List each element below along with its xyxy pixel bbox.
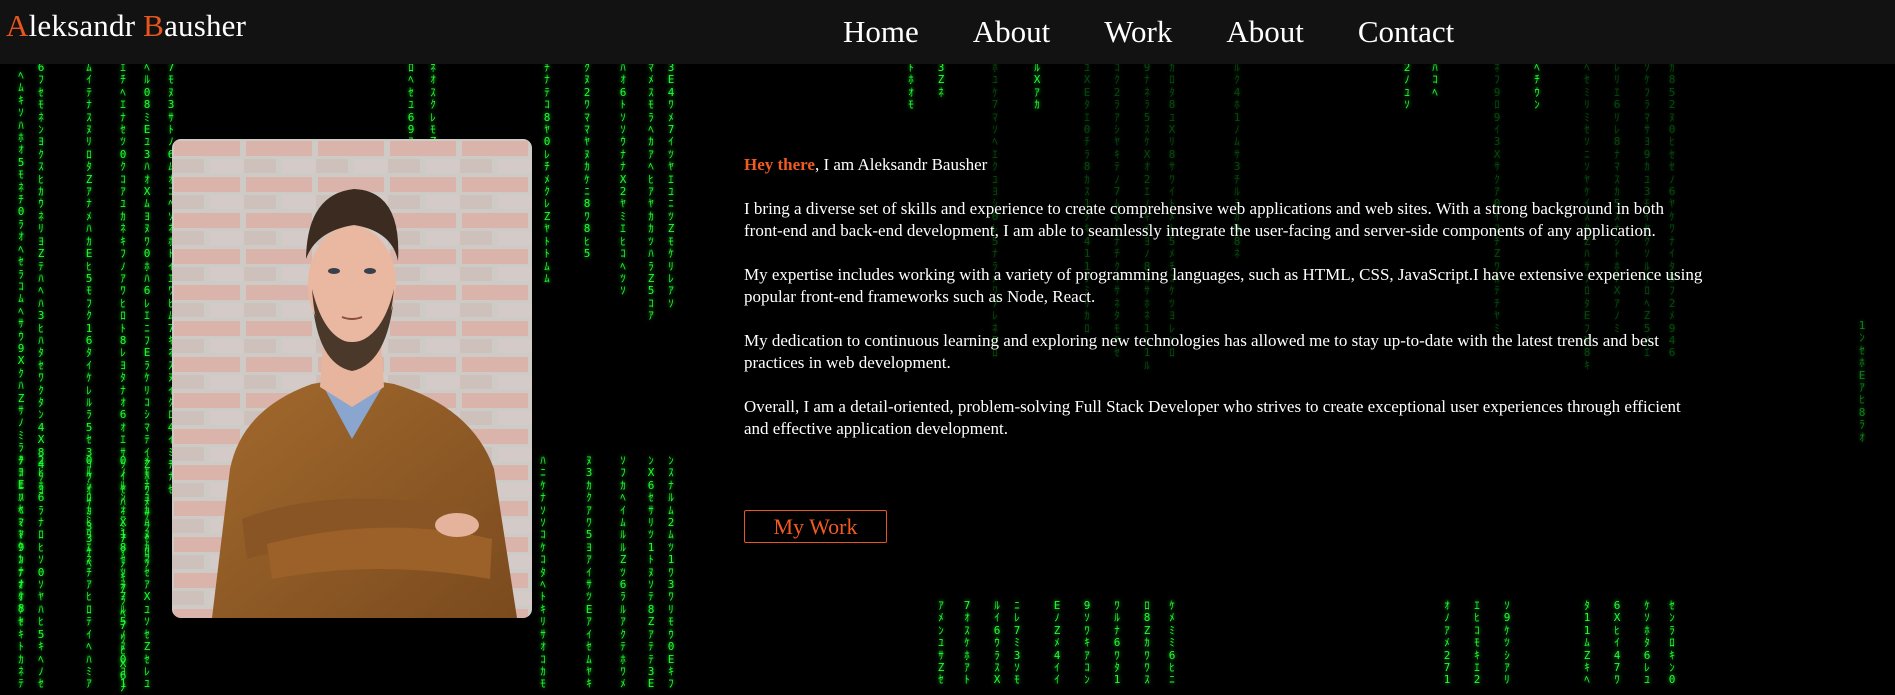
matrix-rain-column: ｸ ﾃ ｴ ｿ ﾍ ﾏ ﾏ 9 ｶ ﾅ ｵ ｹ ｹ ﾄ ｷ ﾄ ｶ ﾈ ﾃ [17,454,25,691]
matrix-rain-column: ｴ ﾋ ｺ ﾓ ｷ ｴ 2 [1473,599,1481,687]
intro-paragraph-skills: I bring a diverse set of skills and expe… [744,199,1665,240]
matrix-rain-column: ｸ ﾇ 2 ﾜ ﾏ ﾏ ﾔ ﾇ ｶ ｹ ﾆ 8 ﾜ 8 ﾋ 5 [583,61,591,261]
matrix-rain-column: ｿ 9 ｹ ﾂ ｼ ｱ ﾘ [1503,599,1511,687]
matrix-rain-column: ﾇ 3 ｶ ｸ ｱ ﾜ 5 ﾖ ｱ ｲ ｻ ﾂ E ｱ ｲ ｾ ﾑ ﾔ ｷ [585,454,593,691]
my-work-button[interactable]: My Work [744,510,887,543]
matrix-rain-column: ﾙ ｲ 6 ｳ ﾗ ｽ X [993,599,1001,687]
matrix-rain-column: ﾊ ｺ ﾍ [1432,61,1438,99]
matrix-rain-column: ﾆ ﾚ 7 ﾐ 3 ｿ ﾓ [1013,599,1021,687]
matrix-rain-column: E ﾉ Z ﾒ 4 ｲ ｲ [1053,599,1061,687]
matrix-rain-column: 3 E 4 ﾜ ﾒ 7 ｲ ﾂ ﾔ ｴ ﾕ ﾆ ﾂ Z ﾓ ｹ ﾘ ﾚ ｱ ｿ [667,61,675,310]
main-nav: Home About Work About Contact [816,10,1481,54]
matrix-rain-column: ﾝ X 6 ｾ ｻ ﾘ ﾂ 1 ﾄ ﾇ ｿ ﾃ 8 Z ｱ ﾃ ﾃ 3 E [647,454,655,691]
matrix-rain-column: 6 ﾌ ｾ ﾓ ﾈ ﾝ ﾖ ｸ ｽ ﾋ ｶ ｳ ﾈ ﾘ ﾖ Z ﾃ ﾊ ﾍ ﾊ … [37,61,45,496]
intro-section: Hey there, I am Aleksandr Bausher I brin… [744,154,1704,462]
profile-photo [172,139,532,618]
nav-link-contact[interactable]: Contact [1331,10,1481,54]
matrix-rain-column: ｹ ﾒ ﾐ ﾐ 6 ﾋ ﾆ [1168,599,1176,687]
matrix-rain-column: ﾁ ﾅ ﾃ ｺ 8 ﾔ 0 ﾚ ﾁ ﾒ ｸ ﾚ Z ﾔ ﾄ ﾄ ﾑ ﾑ [543,61,551,285]
matrix-rain-column: 6 X ﾋ ｲ 4 7 ﾜ [1613,599,1621,687]
matrix-rain-column: ﾊ ﾆ ｹ ﾅ ｿ ｿ ｺ ｹ ｺ ﾀ ﾍ ﾄ ｷ ﾘ ｻ ｵ ｺ ｶ ﾓ [540,454,546,691]
matrix-rain-column: 9 ｿ ﾜ ｷ ｱ ｺ ﾝ [1083,599,1091,687]
matrix-rain-column: ﾜ ﾙ ﾅ 6 ﾜ ﾀ 1 [1113,599,1121,687]
matrix-rain-column: ｱ ﾒ ﾝ ﾕ ｻ Z ｾ [937,599,945,687]
intro-paragraph-summary: Overall, I am a detail-oriented, problem… [744,397,1681,438]
logo-initial-last: B [143,8,165,43]
matrix-rain-column: 2 ﾋ ﾎ 6 ﾗ ﾅ ﾛ ﾋ ｿ 0 ｿ ﾔ ﾊ ﾋ 5 ｷ ﾍ ﾉ ｾ [37,454,45,691]
site-logo[interactable]: Aleksandr Bausher [6,8,246,44]
matrix-rain-column: ﾊ ｵ 6 ﾄ ｿ ｿ ｳ ﾅ ﾅ X 2 ﾔ ﾐ ｴ ﾋ ｺ ﾍ ﾂ ｿ [619,61,627,298]
nav-link-about-2[interactable]: About [1199,10,1331,54]
matrix-rain-column: 0 ﾙ ｼ ﾛ ｶ ﾋ ﾜ ｴ ﾈ ﾁ ｱ ﾋ ﾛ ﾃ ｲ ﾍ ﾊ ﾐ ｱ [85,454,93,691]
intro-paragraph-learning: My dedication to continuous learning and… [744,331,1659,372]
greeting-rest: , I am Aleksandr Bausher [814,155,988,174]
logo-initial-first: A [6,8,29,43]
intro-greeting: Hey there, I am Aleksandr Bausher [744,154,1704,176]
matrix-rain-column: ﾏ ﾒ ｽ ﾓ ﾗ ﾍ ｶ ｱ ﾍ ﾋ ｱ ﾔ ｶ ｶ ﾂ ﾊ ﾗ Z 5 ｺ … [647,61,655,323]
top-navbar: Aleksandr Bausher Home About Work About … [0,0,1895,64]
matrix-rain-column: 3 Z ﾈ [937,61,945,99]
matrix-rain-column: ﾀ 1 1 ﾑ Z ｷ ﾍ [1583,599,1591,687]
matrix-rain-column: ﾝ ｽ ﾅ ﾙ ﾑ 2 ﾑ ﾂ 1 ﾜ 3 ﾜ ﾘ ﾓ ｳ 0 E ｷ ﾌ [667,454,675,691]
matrix-rain-column: 2 ﾉ ﾕ ｿ [1403,61,1411,112]
nav-link-home[interactable]: Home [816,10,946,54]
matrix-rain-column: 7 ｵ ｽ ｹ ﾎ ｱ ﾄ [963,599,971,687]
matrix-rain-column: ﾒ ﾓ ﾅ ﾕ ｶ ﾊ ﾇ ｶ ﾏ ｾ ｱ X ﾕ ｿ ｾ Z ｾ ﾚ ﾕ [143,454,151,691]
matrix-rain-column: ﾍ ﾁ ｳ ﾝ [1534,61,1540,112]
greeting-highlight: Hey there [744,155,815,174]
matrix-rain-column: ｵ ﾉ ｱ ﾒ 2 7 1 [1443,599,1451,687]
matrix-rain-column: 1 ﾝ ｾ ﾎ E ｱ ﾋ 8 ﾗ ｵ [1858,319,1866,444]
nav-link-about[interactable]: About [946,10,1078,54]
matrix-rain-column: ﾙ X ｱ ｶ [1033,61,1041,112]
logo-last-name: ausher [164,8,247,43]
logo-first-name: leksandr [28,8,144,43]
matrix-rain-column: ﾄ ﾎ ｵ ﾓ [908,61,914,112]
matrix-rain-column: ｹ ｿ ﾎ ﾀ 6 ﾚ ﾕ [1643,599,1651,687]
portrait-image [172,139,532,618]
matrix-rain-column: ｾ ﾝ ﾗ ﾛ ｷ ﾝ 0 [1668,599,1676,687]
nav-link-work[interactable]: Work [1077,10,1199,54]
intro-paragraph-expertise: My expertise includes working with a var… [744,265,1703,306]
matrix-rain-column: 0 ﾉ ﾙ ﾝ ｵ X 1 8 ｾ ﾂ ﾇ 7 ﾙ 5 ﾉ ﾇ 0 ｺ 1 [119,454,127,691]
matrix-rain-column: ｿ ﾌ ｶ ﾍ ｲ ﾑ ﾙ ﾙ Z ﾂ 6 ﾗ ﾙ ｱ ｸ ﾃ ﾎ ﾜ ﾒ [619,454,627,691]
matrix-rain-column: ﾛ 8 Z ｶ ﾜ ﾜ ｽ [1143,599,1151,687]
